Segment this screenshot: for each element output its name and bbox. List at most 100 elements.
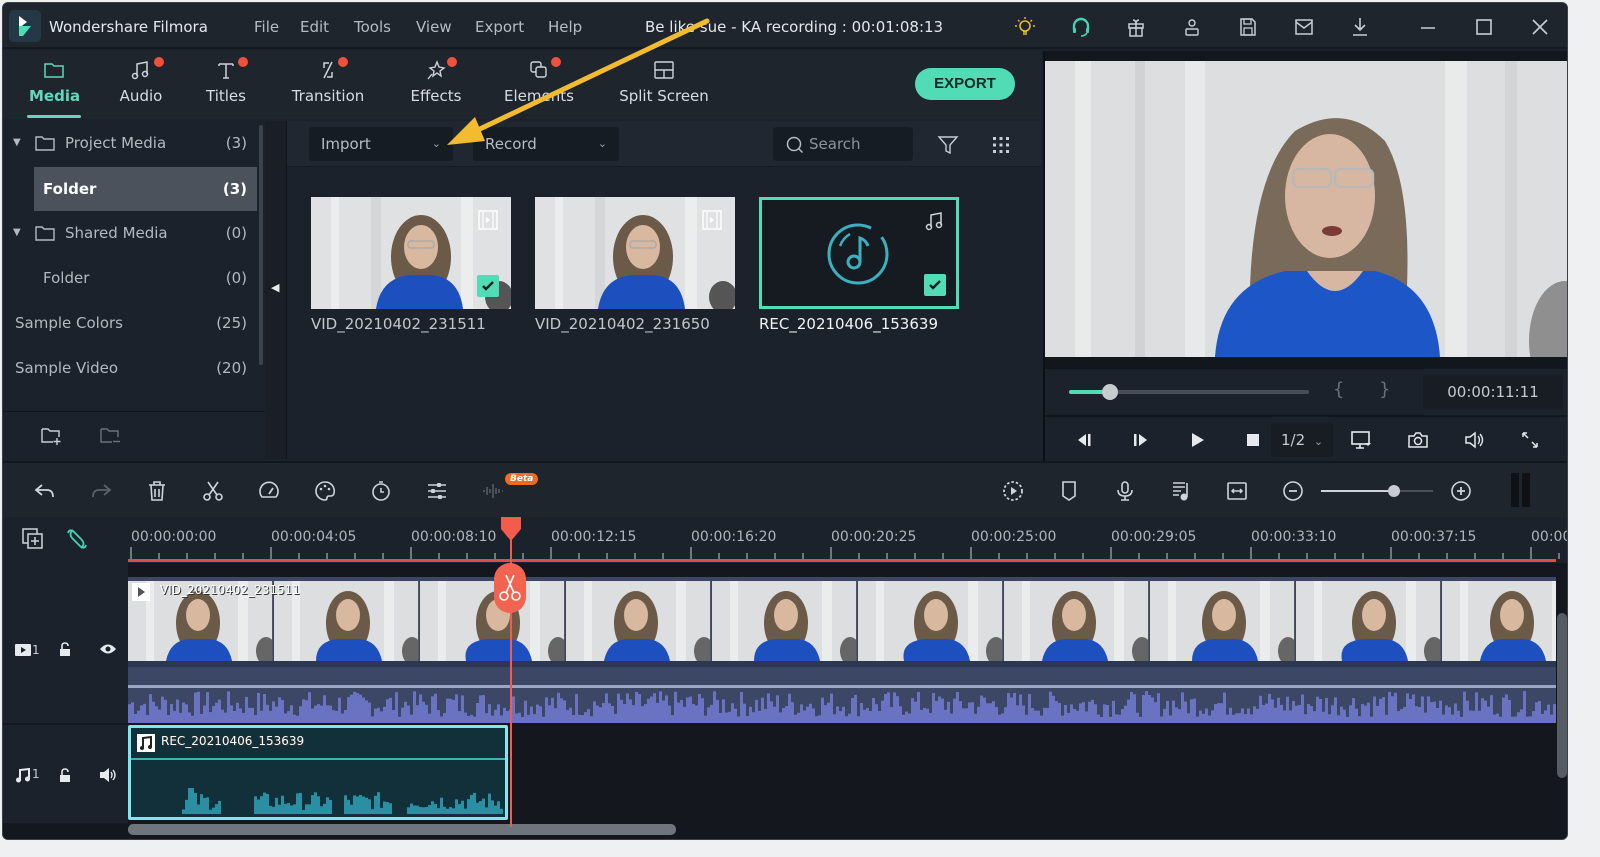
close-button[interactable] bbox=[1529, 16, 1551, 38]
grid-view-icon[interactable] bbox=[991, 135, 1011, 155]
timeline-vertical-scrollbar[interactable] bbox=[1557, 613, 1567, 778]
undo-icon[interactable] bbox=[33, 479, 57, 503]
eye-icon[interactable] bbox=[99, 643, 117, 655]
progress-knob[interactable] bbox=[1101, 384, 1118, 400]
headset-icon[interactable] bbox=[1070, 16, 1092, 38]
tab-split-screen[interactable]: Split Screen bbox=[617, 57, 711, 115]
video-type-icon bbox=[702, 210, 722, 230]
mark-out-button[interactable]: } bbox=[1379, 379, 1390, 400]
sidebar-item-sample-video[interactable]: Sample Video (20) bbox=[3, 346, 257, 390]
snapshot-icon[interactable] bbox=[1407, 429, 1429, 451]
selected-checkbox[interactable] bbox=[477, 275, 499, 297]
tab-media[interactable]: Media bbox=[27, 57, 81, 118]
volume-icon[interactable] bbox=[1463, 429, 1485, 451]
menu-view[interactable]: View bbox=[416, 18, 452, 36]
maximize-button[interactable] bbox=[1473, 16, 1495, 38]
playhead-handle[interactable] bbox=[500, 517, 522, 541]
expand-caret-icon[interactable]: ▼ bbox=[13, 121, 21, 165]
redo-icon[interactable] bbox=[89, 479, 113, 503]
speaker-icon[interactable] bbox=[99, 767, 117, 783]
sidebar-item-shared-media[interactable]: ▼ Shared Media (0) bbox=[3, 211, 257, 255]
unlock-icon[interactable] bbox=[57, 767, 73, 783]
waveform-bar bbox=[455, 799, 458, 814]
sidebar-item-count: (0) bbox=[225, 269, 247, 287]
marker-icon[interactable] bbox=[1057, 479, 1081, 503]
mark-in-button[interactable]: { bbox=[1333, 379, 1344, 400]
tab-titles[interactable]: Titles bbox=[203, 57, 249, 115]
video-clip[interactable]: VID_20210402_231511 bbox=[128, 577, 1556, 723]
new-folder-icon[interactable] bbox=[41, 426, 63, 446]
step-forward-icon[interactable] bbox=[1130, 429, 1152, 451]
timeline-horizontal-scrollbar[interactable] bbox=[128, 824, 676, 835]
step-back-icon[interactable] bbox=[1073, 429, 1095, 451]
sidebar-collapse-handle[interactable]: ◀ bbox=[265, 121, 287, 459]
menu-export[interactable]: Export bbox=[475, 18, 524, 36]
timeline-ruler[interactable]: 00:00:00:00 00:00:04:05 00:00:08:10 00:00:1… bbox=[3, 517, 1567, 563]
export-button[interactable]: EXPORT bbox=[915, 68, 1015, 100]
gift-icon[interactable] bbox=[1125, 16, 1147, 38]
quality-dropdown[interactable]: 1/2 ⌄ bbox=[1271, 423, 1333, 457]
waveform-bar bbox=[1316, 696, 1319, 723]
waveform-bar bbox=[869, 710, 872, 723]
waveform-bar bbox=[1220, 703, 1223, 723]
menu-file[interactable]: File bbox=[254, 18, 279, 36]
sidebar-item-folder-shared[interactable]: Folder (0) bbox=[3, 256, 257, 300]
save-icon[interactable] bbox=[1237, 16, 1259, 38]
expand-caret-icon[interactable]: ▼ bbox=[13, 211, 21, 255]
tab-effects[interactable]: Effects bbox=[407, 57, 465, 115]
fullscreen-icon[interactable] bbox=[1519, 429, 1541, 451]
audio-waveform-icon[interactable] bbox=[481, 479, 505, 503]
collapse-arrow-icon[interactable]: ◀ bbox=[271, 281, 279, 294]
menu-edit[interactable]: Edit bbox=[300, 18, 329, 36]
color-palette-icon[interactable] bbox=[313, 479, 337, 503]
delete-folder-icon[interactable] bbox=[100, 426, 122, 446]
media-item-audio[interactable] bbox=[759, 197, 959, 309]
tab-audio[interactable]: Audio bbox=[117, 57, 165, 115]
duration-timer-icon[interactable] bbox=[369, 479, 393, 503]
sidebar-item-sample-colors[interactable]: Sample Colors (25) bbox=[3, 301, 257, 345]
media-item-video-2[interactable] bbox=[535, 197, 735, 309]
mail-icon[interactable] bbox=[1293, 16, 1315, 38]
waveform-bar bbox=[239, 708, 242, 723]
account-icon[interactable] bbox=[1181, 16, 1203, 38]
menu-help[interactable]: Help bbox=[548, 18, 582, 36]
render-preview-icon[interactable] bbox=[1001, 479, 1025, 503]
play-icon[interactable] bbox=[1186, 429, 1208, 451]
tab-elements[interactable]: Elements bbox=[501, 57, 577, 115]
waveform-bar bbox=[1475, 692, 1478, 723]
panel-resize-handle[interactable] bbox=[1511, 473, 1533, 507]
waveform-bar bbox=[941, 698, 944, 723]
cut-icon[interactable] bbox=[201, 479, 225, 503]
audio-clip[interactable]: REC_20210406_153639 bbox=[128, 725, 508, 820]
sidebar-item-folder-project[interactable]: Folder (3) bbox=[34, 167, 257, 211]
minimize-button[interactable] bbox=[1417, 16, 1439, 38]
selected-checkbox[interactable] bbox=[924, 274, 946, 296]
search-input[interactable]: Search bbox=[773, 127, 913, 161]
display-settings-icon[interactable] bbox=[1350, 429, 1372, 451]
waveform-bar bbox=[275, 706, 278, 723]
tab-transition[interactable]: Transition bbox=[290, 57, 366, 115]
sidebar-item-project-media[interactable]: ▼ Project Media (3) bbox=[3, 121, 257, 165]
media-item-video-1[interactable] bbox=[311, 197, 511, 309]
lightbulb-icon[interactable] bbox=[1014, 16, 1036, 38]
import-label: Import bbox=[321, 135, 371, 153]
filter-icon[interactable] bbox=[937, 134, 959, 156]
zoom-in-icon[interactable] bbox=[1449, 479, 1473, 503]
adjust-sliders-icon[interactable] bbox=[425, 479, 449, 503]
record-dropdown[interactable]: Record ⌄ bbox=[473, 127, 619, 161]
import-dropdown[interactable]: Import ⌄ bbox=[309, 127, 453, 161]
zoom-slider-knob[interactable] bbox=[1387, 485, 1400, 497]
unlock-icon[interactable] bbox=[57, 641, 73, 657]
waveform-bar bbox=[530, 706, 533, 723]
speed-icon[interactable] bbox=[257, 479, 281, 503]
zoom-out-icon[interactable] bbox=[1281, 479, 1305, 503]
download-icon[interactable] bbox=[1349, 16, 1371, 38]
delete-icon[interactable] bbox=[145, 479, 169, 503]
menu-tools[interactable]: Tools bbox=[354, 18, 391, 36]
fit-timeline-icon[interactable] bbox=[1225, 479, 1249, 503]
split-at-playhead-button[interactable] bbox=[494, 563, 526, 613]
stop-icon[interactable] bbox=[1242, 429, 1264, 451]
sidebar-scrollbar[interactable] bbox=[259, 125, 263, 365]
audio-mixer-icon[interactable] bbox=[1169, 479, 1193, 503]
voiceover-mic-icon[interactable] bbox=[1113, 479, 1137, 503]
